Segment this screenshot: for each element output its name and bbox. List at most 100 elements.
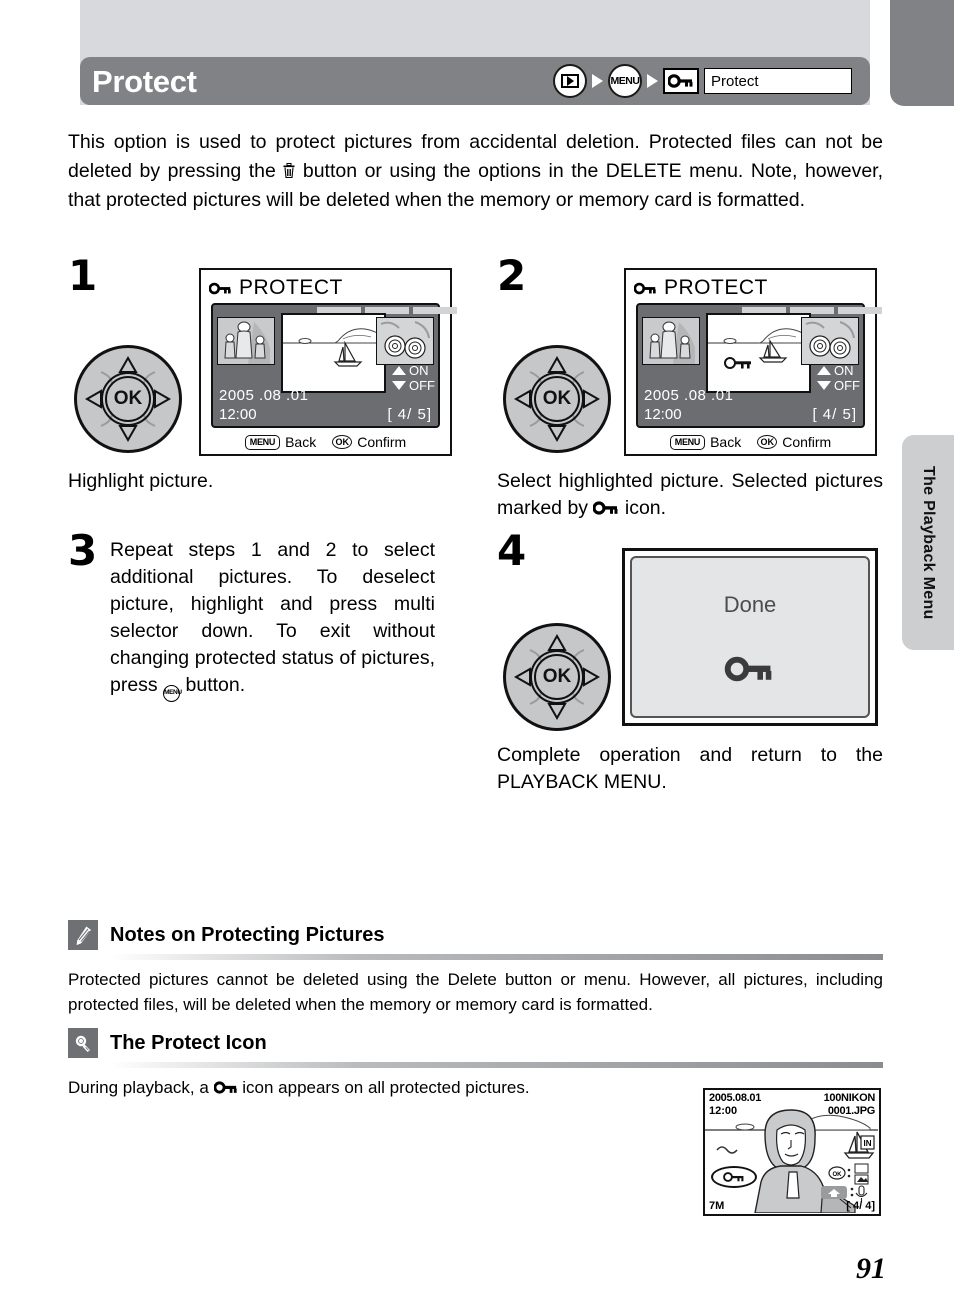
page-title: Protect xyxy=(92,63,197,99)
svg-text:OK: OK xyxy=(833,1172,843,1178)
confirm-label: Confirm xyxy=(357,434,407,450)
ok-button[interactable]: OK xyxy=(530,650,584,704)
key-icon xyxy=(592,501,618,515)
step-4-number: 4 xyxy=(497,526,527,575)
note-divider xyxy=(110,1062,883,1068)
confirm-label: Confirm xyxy=(782,434,832,450)
side-tab-playback-menu: The Playback Menu xyxy=(902,435,954,650)
step-3-number: 3 xyxy=(68,526,98,575)
lcd-date: 2005 .08 .01 xyxy=(644,387,734,404)
key-icon xyxy=(209,282,231,294)
back-label: Back xyxy=(710,434,742,450)
thumbnail-current-protected[interactable] xyxy=(706,313,811,393)
pencil-icon xyxy=(68,920,98,950)
multi-selector-step1[interactable]: OK xyxy=(74,345,182,453)
chevron-right-icon-2 xyxy=(647,74,658,88)
arrow-up-icon xyxy=(392,366,406,375)
lcd-panel: ON OFF 2005 .08 .01 12:00 [ 4/ 5] xyxy=(636,303,882,428)
page-number: 91 xyxy=(856,1252,886,1285)
ok-pill-icon: OK xyxy=(332,435,353,449)
memory-card-icon: IN xyxy=(860,1135,875,1150)
arrow-up-icon xyxy=(817,366,831,375)
lcd-onoff-hints: ON OFF xyxy=(817,363,860,393)
note-header: Notes on Protecting Pictures xyxy=(68,920,883,950)
arrow-down-icon xyxy=(392,381,406,390)
lcd-frame-counter: [ 4/ 5] xyxy=(387,406,432,423)
multi-selector-ring[interactable]: OK xyxy=(74,345,182,453)
step-2-caption: Select highlighted picture. Selected pic… xyxy=(497,468,883,522)
lcd-confirm-hint: OK Confirm xyxy=(332,434,406,450)
note-title: The Protect Icon xyxy=(110,1031,267,1054)
key-icon xyxy=(663,68,699,94)
photo-frame-counter: [ 4/ 4] xyxy=(846,1200,875,1212)
menu-pill-icon: MENU xyxy=(669,434,706,450)
lcd-onoff-hints: ON OFF xyxy=(392,363,435,393)
note-title: Notes on Protecting Pictures xyxy=(110,923,385,946)
multi-selector-step4[interactable]: OK xyxy=(503,623,611,731)
photo-filename: 0001.JPG xyxy=(827,1105,875,1117)
breadcrumb-field: Protect xyxy=(704,68,852,94)
off-label: OFF xyxy=(409,378,435,393)
menu-pill-icon: MENU xyxy=(244,434,281,450)
step-2-number: 2 xyxy=(497,251,527,300)
note-body-text-1: During playback, a xyxy=(68,1078,214,1097)
chevron-right-icon-1 xyxy=(592,74,603,88)
lcd-time: 12:00 xyxy=(219,406,257,423)
key-icon xyxy=(724,656,772,682)
lcd-title-row: PROTECT xyxy=(626,270,875,300)
trash-icon xyxy=(283,163,295,179)
ok-button[interactable]: OK xyxy=(101,372,155,426)
intro-paragraph: This option is used to protect pictures … xyxy=(68,128,883,215)
lcd-screen-step2: PROTECT ON OFF 2005 .08 .01 12:00 [4/ 5… xyxy=(624,268,882,456)
step-2-caption-text-1: Select highlighted picture. Selected pic… xyxy=(497,470,883,519)
thumbnail-next[interactable] xyxy=(376,317,434,365)
thumbnail-previous[interactable] xyxy=(642,317,700,365)
off-label: OFF xyxy=(834,378,860,393)
playback-photo-example: OK IN 2005.08.01 12:00 100NIKON 0001.JPG… xyxy=(703,1088,881,1216)
multi-selector-ring[interactable]: OK xyxy=(503,623,611,731)
lcd-title: PROTECT xyxy=(239,276,343,299)
multi-selector-step2[interactable]: OK xyxy=(503,345,611,453)
note-header: The Protect Icon xyxy=(68,1028,883,1058)
breadcrumb: MENU Protect xyxy=(553,64,852,98)
step-1-caption: Highlight picture. xyxy=(68,470,214,492)
ok-button[interactable]: OK xyxy=(530,372,584,426)
thumbnail-next[interactable] xyxy=(801,317,859,365)
step-1-number: 1 xyxy=(68,251,98,300)
photo-protect-badge xyxy=(711,1166,757,1188)
note-body-text-2: icon appears on all protected pictures. xyxy=(237,1078,530,1097)
side-tab-label: The Playback Menu xyxy=(920,465,937,620)
step-3-text-1: Repeat steps 1 and 2 to select additiona… xyxy=(110,539,435,696)
note-divider xyxy=(110,954,883,960)
menu-button-icon: MENU xyxy=(608,64,642,98)
thumbnail-previous[interactable] xyxy=(217,317,275,365)
page-header: Protect MENU Protect xyxy=(80,57,870,105)
thumbnail-current[interactable] xyxy=(281,313,386,393)
lcd-footer: MENU Back OK Confirm xyxy=(201,434,450,450)
menu-button-icon: MENU xyxy=(163,685,182,702)
step-2-caption-text-2: icon. xyxy=(619,497,667,519)
lightbulb-icon xyxy=(68,1028,98,1058)
photo-time: 12:00 xyxy=(709,1105,738,1117)
note-protecting-pictures: Notes on Protecting Pictures Protected p… xyxy=(68,920,883,1017)
multi-selector-ring[interactable]: OK xyxy=(503,345,611,453)
step-3-text-2: button. xyxy=(180,674,246,696)
lcd-date: 2005 .08 .01 xyxy=(219,387,309,404)
note-body: Protected pictures cannot be deleted usi… xyxy=(68,970,883,1014)
lcd-screen-step1: PROTECT ON OFF 2005 .08 .01 12:00 [4/ 5… xyxy=(199,268,457,456)
photo-date: 2005.08.01 xyxy=(709,1092,762,1104)
done-label: Done xyxy=(723,592,777,617)
lcd-title: PROTECT xyxy=(664,276,768,299)
step-3-text: Repeat steps 1 and 2 to select additiona… xyxy=(110,537,435,702)
key-icon xyxy=(212,1081,237,1094)
lcd-back-hint: MENU Back xyxy=(669,434,742,450)
ok-pill-icon: OK xyxy=(757,435,778,449)
lcd-title-row: PROTECT xyxy=(201,270,450,300)
key-icon-svg xyxy=(668,74,693,88)
photo-image-size: 7M xyxy=(709,1200,725,1212)
on-label: ON xyxy=(409,363,429,378)
step-4-caption: Complete operation and return to the PLA… xyxy=(497,744,883,793)
lcd-footer: MENU Back OK Confirm xyxy=(626,434,875,450)
lcd-panel: ON OFF 2005 .08 .01 12:00 [ 4/ 5] xyxy=(211,303,457,428)
lcd-confirm-hint: OK Confirm xyxy=(757,434,831,450)
